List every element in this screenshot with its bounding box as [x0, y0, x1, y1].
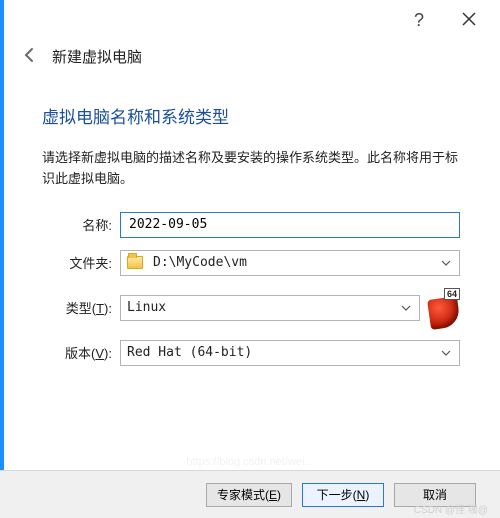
os-icon-wrap: 64: [428, 288, 460, 328]
row-version: 版本(V): Red Hat (64-bit): [42, 340, 460, 366]
name-input[interactable]: [120, 212, 460, 238]
row-name: 名称:: [42, 212, 460, 238]
version-select[interactable]: Red Hat (64-bit): [120, 340, 460, 366]
content-area: 虚拟电脑名称和系统类型 请选择新虚拟电脑的描述名称及要安装的操作系统类型。此名称…: [0, 103, 500, 366]
version-value: Red Hat (64-bit): [127, 345, 252, 360]
type-select[interactable]: Linux: [120, 295, 420, 321]
name-label: 名称:: [42, 215, 120, 234]
help-icon[interactable]: ?: [414, 10, 424, 31]
row-folder: 文件夹: D:\MyCode\vm: [42, 250, 460, 276]
chevron-down-icon: [401, 305, 411, 311]
expert-mode-button[interactable]: 专家模式(E): [206, 483, 292, 507]
type-value: Linux: [127, 300, 166, 315]
arch-badge: 64: [444, 288, 460, 300]
watermark-bg: https://blog.csdn.net/wei...: [0, 456, 500, 468]
window-accent: [0, 0, 4, 518]
version-label: 版本(V):: [42, 343, 120, 362]
titlebar: ?: [0, 0, 500, 40]
dialog-title: 新建虚拟电脑: [52, 46, 142, 67]
folder-select[interactable]: D:\MyCode\vm: [120, 250, 460, 276]
folder-icon: [127, 256, 143, 269]
folder-label: 文件夹:: [42, 253, 120, 272]
section-description: 请选择新虚拟电脑的描述名称及要安装的操作系统类型。此名称将用于标识此虚拟电脑。: [42, 148, 460, 190]
back-icon[interactable]: [22, 47, 38, 66]
chevron-down-icon: [441, 350, 451, 356]
dialog-header: 新建虚拟电脑: [0, 40, 500, 85]
folder-value: D:\MyCode\vm: [153, 255, 247, 270]
watermark: CSDN @怪 咖@: [414, 501, 488, 516]
redhat-icon: [427, 296, 461, 330]
row-type: 类型(T): Linux 64: [42, 288, 460, 328]
section-title: 虚拟电脑名称和系统类型: [42, 103, 460, 128]
chevron-down-icon: [441, 260, 451, 266]
next-button[interactable]: 下一步(N): [302, 483, 384, 507]
type-label: 类型(T):: [42, 298, 120, 317]
close-icon[interactable]: [462, 10, 476, 31]
